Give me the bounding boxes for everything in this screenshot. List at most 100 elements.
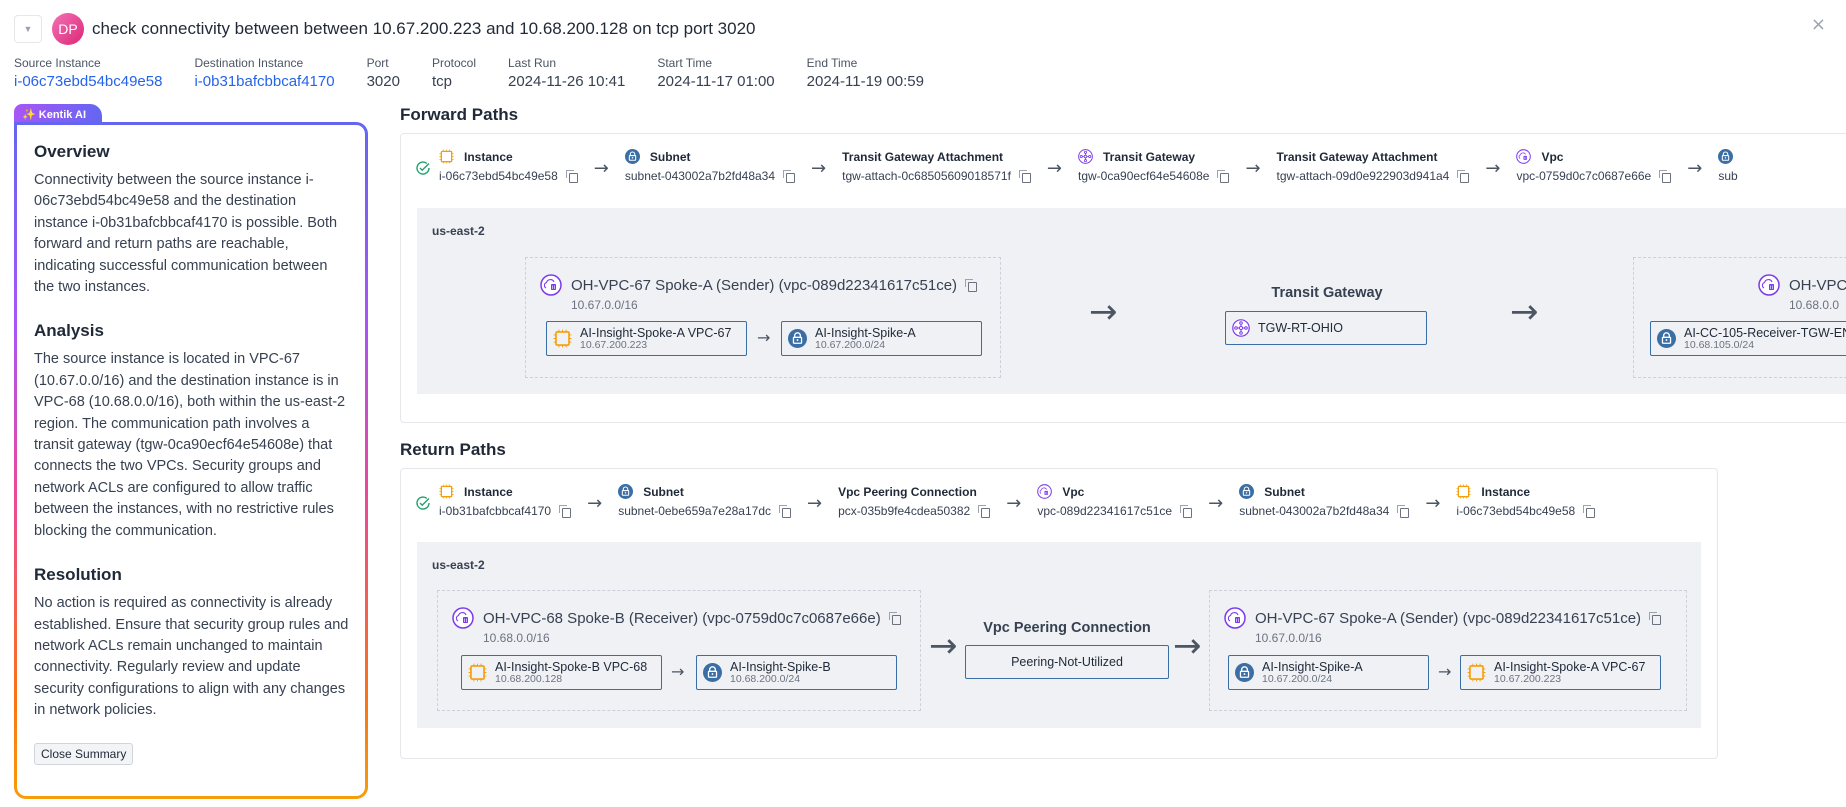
instance-node[interactable]: AI-Insight-Spoke-A VPC-67 10.67.200.223 <box>546 321 747 356</box>
vpc-title: OH-VPC <box>1758 274 1846 296</box>
hop-id: vpc-089d22341617c51ce <box>1037 504 1173 518</box>
vpc-name: OH-VPC-68 Spoke-B (Receiver) (vpc-0759d0… <box>483 609 881 627</box>
hop-id-row: subnet-043002a7b2fd48a34 <box>625 169 796 183</box>
hop-type: Transit Gateway Attachment <box>842 149 1004 164</box>
arrow-right-icon: → <box>929 626 958 666</box>
copy-icon[interactable] <box>565 170 578 183</box>
node-name: TGW-RT-OHIO <box>1258 321 1343 335</box>
copy-icon[interactable] <box>783 170 796 183</box>
meta-value: 2024-11-17 01:00 <box>657 73 775 90</box>
copy-icon[interactable] <box>1583 505 1596 518</box>
collapse-button[interactable]: ▼ <box>14 15 42 43</box>
hop-id: i-06c73ebd54bc49e58 <box>1456 504 1576 518</box>
node-name: AI-Insight-Spoke-B VPC-68 <box>495 659 648 674</box>
arrow-right-icon: → <box>757 328 771 347</box>
copy-icon[interactable] <box>1659 170 1672 183</box>
source-vpc-box: OH-VPC-67 Spoke-A (Sender) (vpc-089d2234… <box>525 257 1001 378</box>
vpc-cidr: 10.68.0.0/16 <box>483 631 550 645</box>
header: ▼ DP check connectivity between between … <box>14 13 756 45</box>
path-hop: Instance i-0b31bafcbbcaf4170 <box>439 483 572 518</box>
source-instance-link[interactable]: i-06c73ebd54bc49e58 <box>14 73 162 90</box>
hop-id: vpc-0759d0c7c0687e66e <box>1516 169 1652 183</box>
hop-id: subnet-0ebe659a7e28a17dc <box>618 504 771 518</box>
hop-type: Transit Gateway Attachment <box>1276 149 1438 164</box>
meta-label: Start Time <box>657 56 713 70</box>
copy-icon[interactable] <box>978 505 991 518</box>
arrow-right-icon: → <box>1485 158 1501 179</box>
copy-icon[interactable] <box>1397 505 1410 518</box>
vpc-title: OH-VPC-67 Spoke-A (Sender) (vpc-089d2234… <box>1224 607 1662 629</box>
arrow-right-icon: → <box>593 158 609 179</box>
copy-icon[interactable] <box>1018 170 1031 183</box>
arrow-right-icon: → <box>807 493 823 514</box>
node-name: AI-Insight-Spike-B <box>730 659 831 674</box>
vpc-icon <box>540 274 562 296</box>
region-label: us-east-2 <box>432 558 485 572</box>
destination-instance-link[interactable]: i-0b31bafcbbcaf4170 <box>194 73 334 90</box>
region-panel: us-east-2 OH-VPC-68 Spoke-B (Receiver) (… <box>417 542 1701 728</box>
instance-icon <box>439 149 454 164</box>
copy-icon[interactable] <box>965 279 978 292</box>
arrow-right-icon: → <box>1510 292 1539 332</box>
node-cidr: 10.68.200.0/24 <box>730 672 801 685</box>
hop-id: tgw-0ca90ecf64e54608e <box>1078 169 1210 183</box>
hop-id-row: tgw-attach-09d0e922903d941a4 <box>1277 169 1470 183</box>
node-name: AI-CC-105-Receiver-TGW-EN <box>1684 325 1846 340</box>
vpc-icon <box>1516 149 1532 164</box>
close-icon[interactable]: × <box>1811 14 1826 35</box>
path-hop: Subnet subnet-043002a7b2fd48a34 <box>624 148 796 183</box>
instance-node[interactable]: AI-Insight-Spoke-B VPC-68 10.68.200.128 <box>461 655 662 690</box>
hop-id: i-06c73ebd54bc49e58 <box>439 169 558 183</box>
arrow-right-icon: → <box>1425 493 1441 514</box>
copy-icon[interactable] <box>1457 170 1470 183</box>
copy-icon[interactable] <box>1649 612 1662 625</box>
meta-source-instance: Source Instance i-06c73ebd54bc49e58 <box>14 56 162 90</box>
hop-type: Transit Gateway <box>1103 149 1196 164</box>
subnet-lock-icon <box>1239 484 1255 499</box>
meta-label: Source Instance <box>14 56 101 70</box>
subnet-node[interactable]: AI-Insight-Spike-A 10.67.200.0/24 <box>781 321 982 356</box>
node-cidr: 10.68.105.0/24 <box>1684 338 1755 351</box>
overview-text: Connectivity between the source instance… <box>34 172 338 296</box>
hop-id: i-0b31bafcbbcaf4170 <box>439 504 552 518</box>
arrow-right-icon: → <box>1208 493 1224 514</box>
middle-hop-title: Transit Gateway <box>1271 285 1383 301</box>
forward-paths-title: Forward Paths <box>400 105 519 124</box>
meta-label: End Time <box>806 56 858 70</box>
path-hop: Instance i-06c73ebd54bc49e58 <box>439 148 578 183</box>
copy-icon[interactable] <box>779 505 791 518</box>
analysis-text: The source instance is located in VPC-67… <box>34 351 346 539</box>
hop-id-row: pcx-035b9fe4cdea50382 <box>838 504 991 518</box>
instance-node[interactable]: AI-Insight-Spoke-A VPC-67 10.67.200.223 <box>1460 655 1661 690</box>
copy-icon[interactable] <box>1217 170 1230 183</box>
tgw-route-table-node[interactable]: TGW-RT-OHIO <box>1225 311 1427 345</box>
meta-end-time: End Time 2024-11-19 00:59 <box>807 56 924 90</box>
hop-id: pcx-035b9fe4cdea50382 <box>838 504 971 518</box>
close-summary-button[interactable]: Close Summary <box>34 742 134 765</box>
hop-id-row: subnet-0ebe659a7e28a17dc <box>618 504 791 518</box>
meta-destination-instance: Destination Instance i-0b31bafcbbcaf4170 <box>194 56 334 90</box>
hop-header: Transit Gateway Attachment <box>842 148 1031 165</box>
path-hop: Instance i-06c73ebd54bc49e58 <box>1456 483 1596 518</box>
subnet-lock-icon <box>624 149 640 164</box>
node-cidr: 10.67.200.0/24 <box>815 338 886 351</box>
peering-connection-node[interactable]: Peering-Not-Utilized <box>965 645 1169 679</box>
subnet-node[interactable]: AI-Insight-Spike-B 10.68.200.0/24 <box>696 655 897 690</box>
hop-header: Subnet <box>624 148 795 165</box>
analysis-heading: Analysis <box>34 321 104 341</box>
copy-icon[interactable] <box>559 505 572 518</box>
copy-icon[interactable] <box>1180 505 1193 518</box>
subnet-node[interactable]: AI-Insight-Spike-A 10.67.200.0/24 <box>1228 655 1429 690</box>
arrow-right-icon: → <box>1173 626 1202 666</box>
hop-type: Vpc <box>1541 149 1564 164</box>
meta-value: tcp <box>431 73 452 90</box>
hop-type: Instance <box>464 484 513 499</box>
copy-icon[interactable] <box>888 612 901 625</box>
avatar: DP <box>52 13 84 45</box>
hop-type: Subnet <box>643 484 684 499</box>
arrow-right-icon: → <box>1245 158 1261 179</box>
subnet-node[interactable]: AI-CC-105-Receiver-TGW-EN 10.68.105.0/24 <box>1650 321 1846 356</box>
instance-icon <box>1467 663 1486 682</box>
subnet-lock-icon <box>788 329 807 348</box>
path-hop: Vpc Peering Connection pcx-035b9fe4cdea50… <box>838 483 991 518</box>
